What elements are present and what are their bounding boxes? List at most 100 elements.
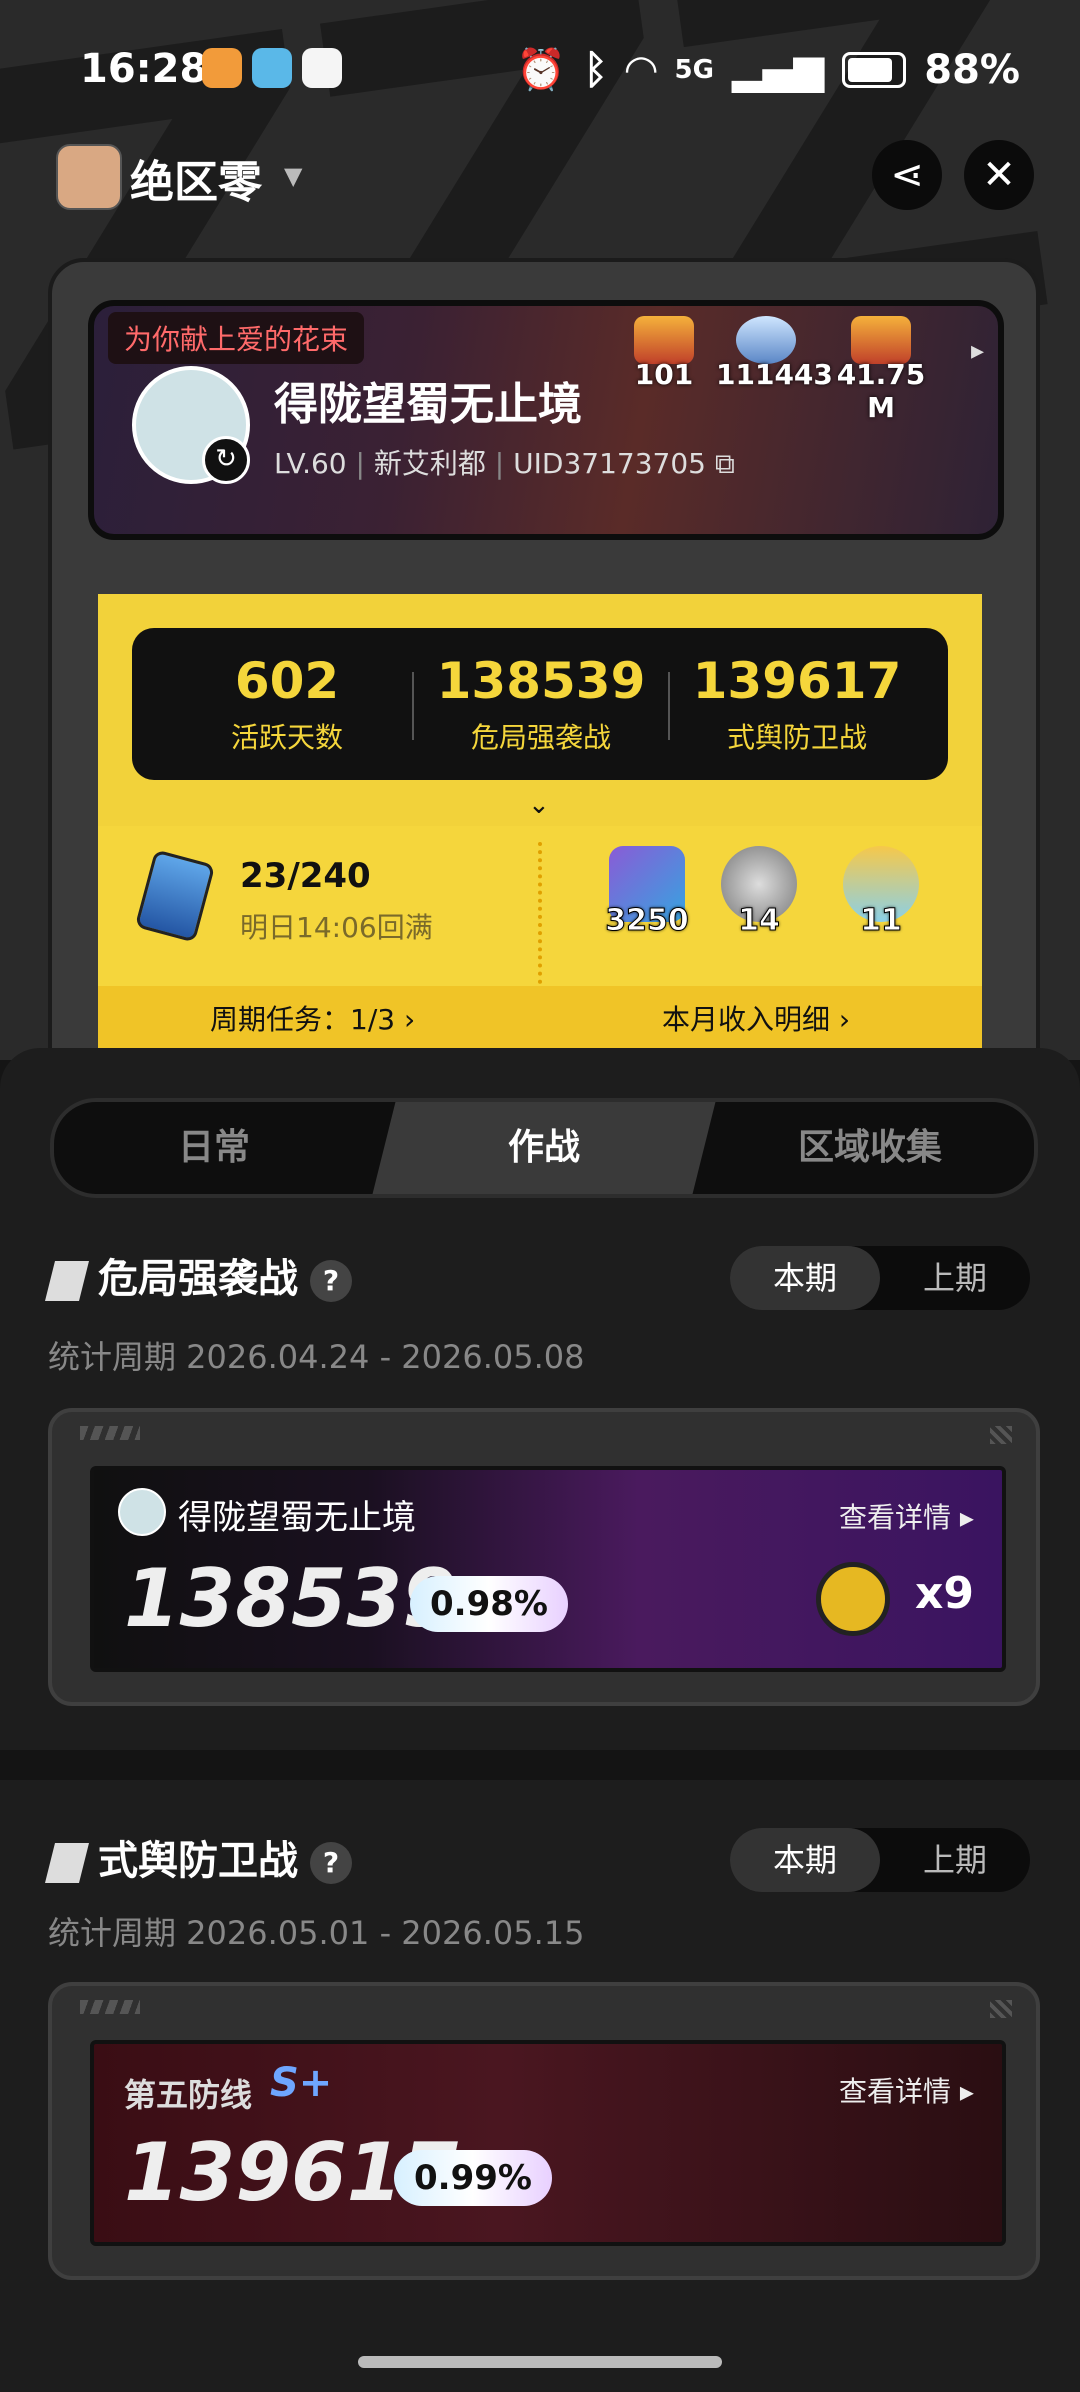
decor-stripe xyxy=(80,1426,140,1440)
period-toggle: 本期 上期 xyxy=(730,1246,1030,1310)
profile-card[interactable]: 为你献上爱的花束 ↻ 得陇望蜀无止境 LV.60 | 新艾利都 | UID371… xyxy=(88,300,1004,540)
toggle-current[interactable]: 本期 xyxy=(730,1246,880,1310)
assault-record-card: 得陇望蜀无止境 查看详情 ▸ 138539 0.98% x9 xyxy=(48,1408,1040,1706)
game-avatar[interactable] xyxy=(56,144,122,210)
record-player-name: 得陇望蜀无止境 xyxy=(178,1498,416,1538)
stats-panel: 602 活跃天数 138539 危局强袭战 139617 式舆防卫战 ⌄ 23/… xyxy=(98,594,982,1050)
tab-combat[interactable]: 作战 xyxy=(372,1102,716,1194)
close-icon: ✕ xyxy=(982,152,1016,198)
decor-stripe xyxy=(80,2000,140,2014)
defense-record-banner[interactable]: 第五防线 S+ 查看详情 ▸ 139617 0.99% xyxy=(90,2040,1006,2246)
toggle-previous[interactable]: 上期 xyxy=(880,1246,1030,1310)
player-level: LV.60 xyxy=(274,447,347,480)
share-icon: ⋖ xyxy=(890,152,924,198)
tab-collection[interactable]: 区域收集 xyxy=(710,1102,1030,1194)
reward-count: x9 xyxy=(915,1568,974,1619)
stat-active-days: 602 活跃天数 xyxy=(162,652,412,756)
tab-label: 作战 xyxy=(507,1127,580,1168)
section-assault-title: 危局强袭战? xyxy=(45,1246,352,1304)
battery-charge-icon xyxy=(134,849,216,943)
content-sheet: 日常 作战 区域收集 危局强袭战? 本期 上期 统计周期 2026.04.24 … xyxy=(0,1048,1080,2392)
chevron-down-icon[interactable]: ▼ xyxy=(284,162,302,190)
tab-bar: 日常 作战 区域收集 xyxy=(50,1098,1038,1198)
share-button[interactable]: ⋖ xyxy=(872,140,942,210)
battery-icon xyxy=(842,51,907,88)
copy-icon[interactable]: ⧉ xyxy=(715,447,735,480)
profile-ribbon: 为你献上爱的花束 xyxy=(108,312,365,364)
close-button[interactable]: ✕ xyxy=(964,140,1034,210)
zzz-logo-icon xyxy=(45,1261,89,1301)
battery-percent: 88% xyxy=(924,46,1020,93)
network-type: 5G xyxy=(674,54,714,85)
stat-defense: 139617 式舆防卫战 xyxy=(672,652,922,756)
notification-music-icon xyxy=(302,48,342,88)
view-details-link[interactable]: 查看详情 ▸ xyxy=(839,1496,974,1536)
toggle-current[interactable]: 本期 xyxy=(730,1828,880,1892)
status-bar: 16:28 ⏰ ᛒ ◠ 5G ▂▄▆ 88% xyxy=(80,40,1050,100)
badge-2[interactable]: 111443 xyxy=(716,316,833,391)
period-toggle: 本期 上期 xyxy=(730,1828,1030,1892)
divider xyxy=(412,672,414,740)
weekly-tasks-link[interactable]: 周期任务：1/3 › xyxy=(210,998,415,1038)
record-score: 138539 xyxy=(124,1552,458,1645)
resource-count: 3250 xyxy=(605,903,690,939)
wifi-icon: ◠ xyxy=(625,46,657,93)
resource-bangboo[interactable]: 11 xyxy=(836,846,926,939)
notification-app-icon xyxy=(202,48,242,88)
bluetooth-icon: ᛒ xyxy=(583,46,608,93)
dotted-divider xyxy=(538,842,542,992)
help-icon[interactable]: ? xyxy=(310,1842,352,1884)
rank-percent-badge: 0.98% xyxy=(410,1576,568,1632)
player-server: 新艾利都 xyxy=(373,447,486,480)
reward-coin-icon xyxy=(816,1562,890,1636)
period-text: 统计周期 2026.04.24 - 2026.05.08 xyxy=(48,1338,585,1376)
stamina-value: 23/240 xyxy=(240,856,371,896)
signal-icon: ▂▄▆ xyxy=(731,46,825,93)
game-title[interactable]: 绝区零 xyxy=(130,146,262,210)
stat-label: 式舆防卫战 xyxy=(726,721,867,754)
tab-label: 日常 xyxy=(177,1127,250,1168)
legend-emblem-icon xyxy=(634,316,694,364)
assault-record-banner[interactable]: 得陇望蜀无止境 查看详情 ▸ 138539 0.98% x9 xyxy=(90,1466,1006,1672)
stats-bar: 602 活跃天数 138539 危局强袭战 139617 式舆防卫战 xyxy=(132,628,948,780)
zzz-logo-icon xyxy=(45,1843,89,1883)
links-row: 周期任务：1/3 › 本月收入明细 › xyxy=(98,986,982,1050)
stat-label: 危局强袭战 xyxy=(470,721,611,754)
player-meta: LV.60 | 新艾利都 | UID37173705 ⧉ xyxy=(274,447,735,480)
badge-3-value: 41.75 M xyxy=(836,358,926,424)
divider xyxy=(668,672,670,740)
defense-record-card: 第五防线 S+ 查看详情 ▸ 139617 0.99% xyxy=(48,1982,1040,2280)
toggle-previous[interactable]: 上期 xyxy=(880,1828,1030,1892)
status-time: 16:28 xyxy=(80,46,208,92)
rank-percent-badge: 0.99% xyxy=(394,2150,552,2206)
stat-value: 138539 xyxy=(436,652,646,710)
monthly-income-link[interactable]: 本月收入明细 › xyxy=(662,998,850,1038)
badge-2-value: 111443 xyxy=(716,358,833,391)
view-details-link[interactable]: 查看详情 ▸ xyxy=(839,2070,974,2110)
stat-value: 139617 xyxy=(692,652,902,710)
help-icon[interactable]: ? xyxy=(310,1260,352,1302)
expand-chevron-icon[interactable]: ⌄ xyxy=(528,790,550,820)
badge-1-value: 101 xyxy=(634,358,694,391)
home-indicator[interactable] xyxy=(358,2356,722,2368)
stat-assault: 138539 危局强袭战 xyxy=(416,652,666,756)
period-text: 统计周期 2026.05.01 - 2026.05.15 xyxy=(48,1914,585,1952)
section-defense-title: 式舆防卫战? xyxy=(45,1828,352,1886)
notification-book-icon xyxy=(252,48,292,88)
resource-reel[interactable]: 14 xyxy=(714,846,804,939)
chevron-right-icon[interactable]: ▸ xyxy=(971,336,984,366)
swap-avatar-icon[interactable]: ↻ xyxy=(202,436,250,484)
badge-1[interactable]: 101 xyxy=(624,316,704,391)
tab-daily[interactable]: 日常 xyxy=(54,1102,374,1194)
stamina-regen: 明日14:06回满 xyxy=(240,911,433,944)
rank-s-plus-icon: S+ xyxy=(270,2060,333,2106)
defense-stage-name: 第五防线 xyxy=(124,2076,253,2114)
player-name: 得陇望蜀无止境 xyxy=(274,379,582,430)
badge-3[interactable]: 41.75 M xyxy=(826,316,936,424)
resource-film[interactable]: 3250 xyxy=(602,846,692,939)
section-title: 式舆防卫战 xyxy=(98,1838,298,1884)
final-emblem-icon xyxy=(736,316,796,364)
legend-emblem-icon xyxy=(851,316,911,364)
tab-label: 区域收集 xyxy=(797,1127,942,1168)
alarm-icon: ⏰ xyxy=(515,47,566,93)
